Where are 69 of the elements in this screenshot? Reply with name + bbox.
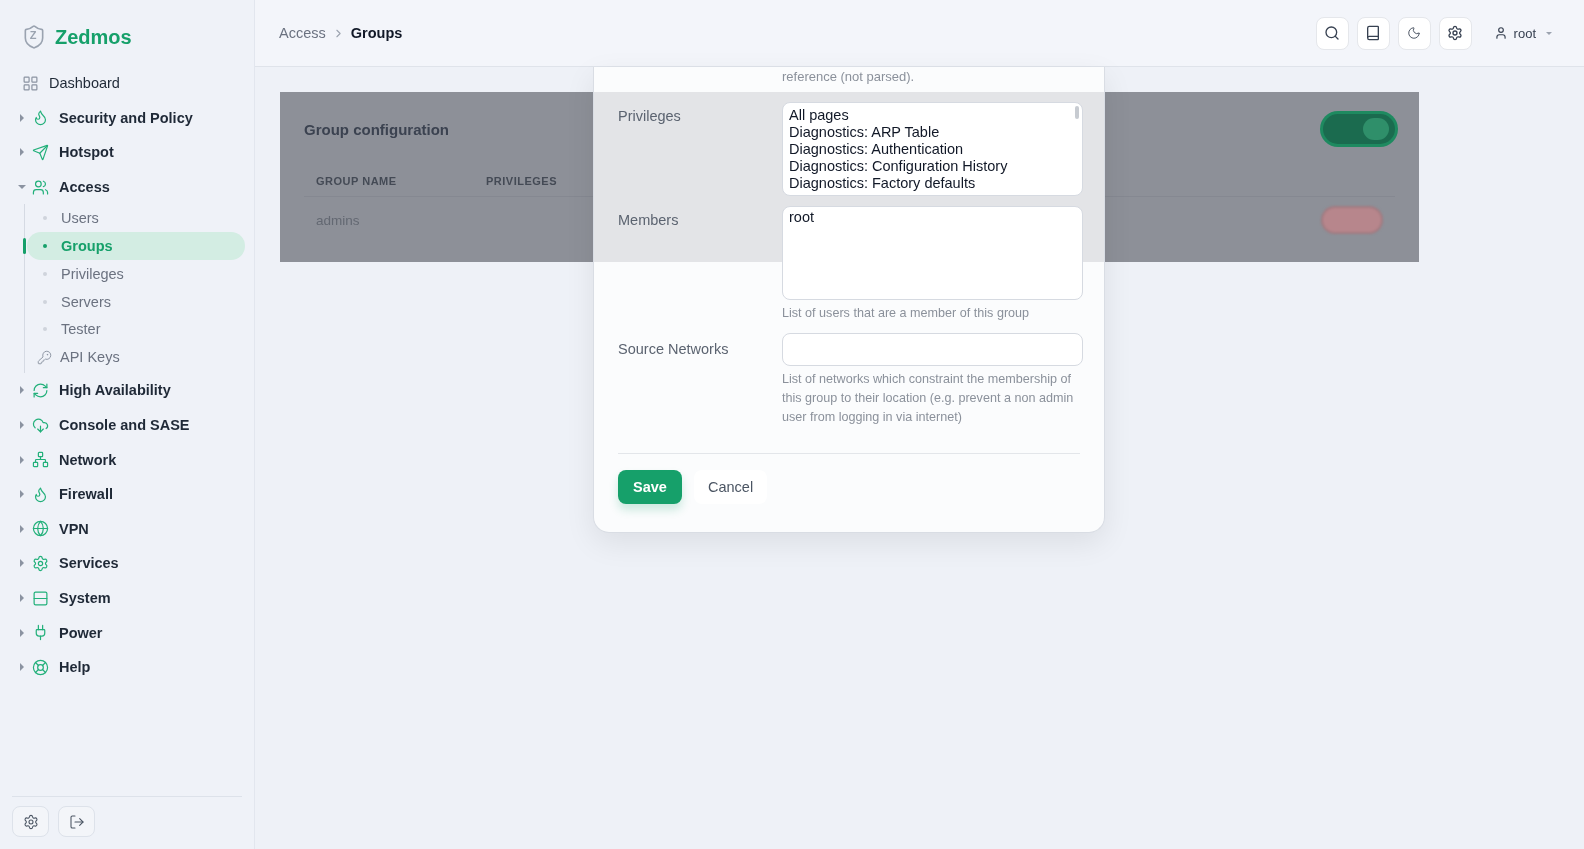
help-text: reference (not parsed). xyxy=(781,68,916,86)
search-icon xyxy=(1324,25,1341,41)
moon-icon xyxy=(1407,26,1422,40)
nav-item[interactable]: Console and SASE xyxy=(10,407,244,443)
list-option[interactable]: Diagnostics: Factory defaults xyxy=(789,175,1076,192)
nav-item[interactable]: Hotspot xyxy=(10,135,244,170)
nav-item[interactable]: Power xyxy=(10,615,244,650)
lifebuoy-icon xyxy=(32,658,49,676)
nav-subitem[interactable]: Servers xyxy=(27,287,245,316)
network-icon xyxy=(32,451,49,469)
nav-subitem[interactable]: Users xyxy=(27,204,245,233)
send-icon xyxy=(32,144,49,161)
caret-icon xyxy=(1546,31,1552,35)
list-option[interactable]: Diagnostics: Configuration History xyxy=(789,158,1076,175)
members-field[interactable]: root xyxy=(782,206,1083,300)
server-icon xyxy=(32,589,49,607)
nav-item[interactable]: System xyxy=(10,580,244,616)
cancel-button[interactable]: Cancel xyxy=(694,470,768,504)
refresh-icon xyxy=(32,381,49,399)
search-button[interactable] xyxy=(1315,16,1349,50)
nav-item[interactable]: Dashboard xyxy=(10,66,244,101)
flame-icon xyxy=(32,109,49,127)
user-menu[interactable]: root xyxy=(1485,25,1560,41)
settings-icon xyxy=(22,813,39,830)
users-icon xyxy=(32,178,49,196)
column-header: PRIVILEGES xyxy=(485,175,559,187)
settings-button[interactable] xyxy=(1438,16,1472,50)
source-networks-field[interactable] xyxy=(782,333,1083,366)
globe-icon xyxy=(32,520,49,538)
nav-subitem[interactable]: Tester xyxy=(27,315,245,344)
nav-item[interactable]: Firewall xyxy=(10,476,244,512)
breadcrumb-item[interactable]: Access xyxy=(279,25,326,41)
nav-subitem[interactable]: Privileges xyxy=(27,259,245,288)
key-icon xyxy=(37,349,52,365)
brand-name: Zedmos xyxy=(55,25,132,49)
user-icon xyxy=(1493,26,1508,40)
nav-item[interactable]: High Availability xyxy=(10,373,244,408)
list-option[interactable]: Diagnostics: ARP Table xyxy=(789,124,1076,141)
logout-icon xyxy=(68,813,85,830)
breadcrumb-item: Groups xyxy=(350,25,403,41)
enable-toggle[interactable] xyxy=(1323,114,1395,144)
column-header: GROUP NAME xyxy=(315,175,398,187)
field-label: Source Networks xyxy=(618,340,730,359)
nav-item[interactable]: Access xyxy=(10,169,244,205)
nav-item[interactable]: Services xyxy=(10,546,244,581)
field-label: Members xyxy=(618,211,680,230)
list-option[interactable]: All pages xyxy=(789,107,1076,124)
dashboard-icon xyxy=(22,74,39,92)
moon-button[interactable] xyxy=(1397,16,1431,50)
settings-icon xyxy=(1447,25,1464,41)
logout-button[interactable] xyxy=(58,806,95,837)
flame-icon xyxy=(32,485,49,503)
book-button[interactable] xyxy=(1356,16,1390,50)
privileges-listbox[interactable]: All pages Diagnostics: ARP Table Diagnostics: Authentication Diagnostics: Configuration History Diagnostics: Factory defaults xyxy=(782,102,1083,196)
nav-item[interactable]: Help xyxy=(10,649,244,685)
gear-icon xyxy=(32,554,49,572)
card-title: Group configuration xyxy=(304,120,449,138)
nav-item[interactable]: VPN xyxy=(10,511,244,547)
help-text: List of networks which constraint the membership of this group to their location (e.g. prevent a non admin user from logging in via internet) xyxy=(782,371,1075,426)
settings-button[interactable] xyxy=(12,806,49,837)
list-option[interactable]: Diagnostics: Authentication xyxy=(789,141,1076,158)
nav-item[interactable]: Security and Policy xyxy=(10,100,244,136)
cloud-download-icon xyxy=(32,416,49,434)
book-icon xyxy=(1365,25,1382,41)
field-label: Privileges xyxy=(618,107,682,126)
help-text: List of users that are a member of this group xyxy=(782,305,1031,322)
nav-item[interactable]: Network xyxy=(10,442,244,477)
nav-subitem[interactable]: API Keys xyxy=(27,343,245,372)
bullet-icon xyxy=(43,244,47,249)
